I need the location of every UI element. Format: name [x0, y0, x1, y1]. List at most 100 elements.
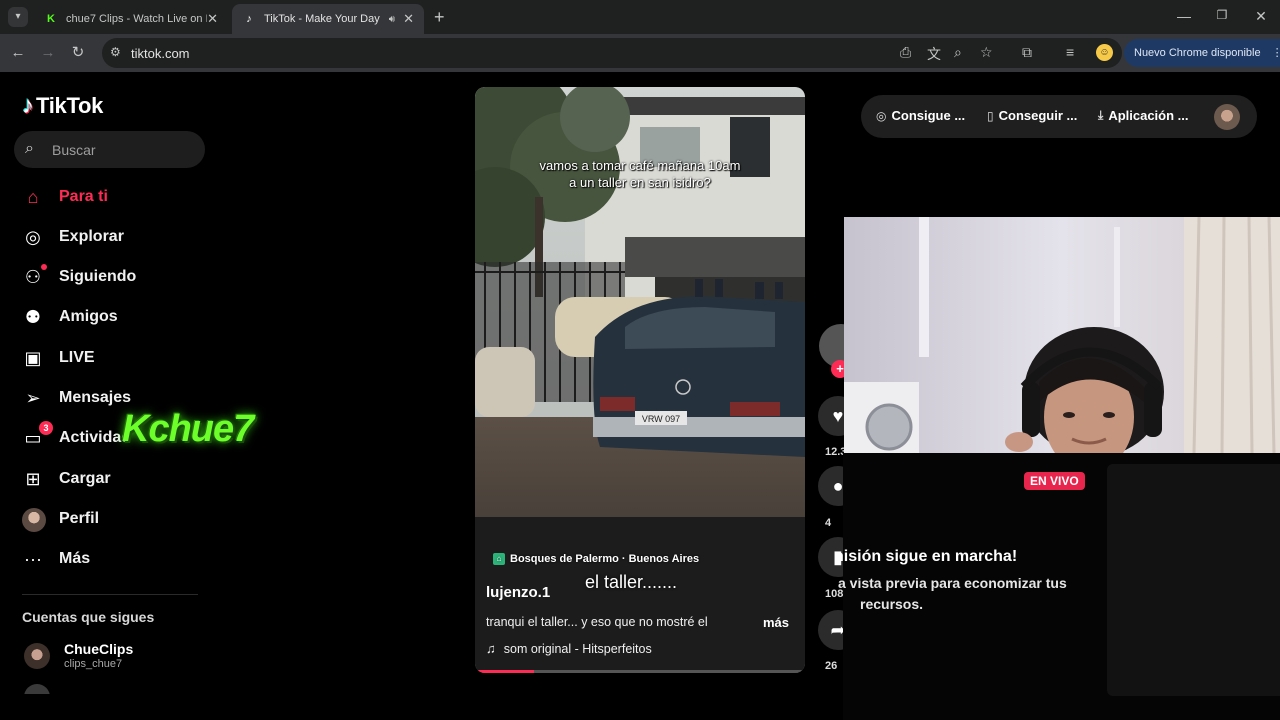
coin-icon: ◎	[876, 108, 887, 123]
followed-account-cut[interactable]	[24, 684, 144, 694]
nav-live[interactable]: ▣ LIVE	[22, 344, 222, 372]
friends-icon: ⚉	[24, 307, 42, 327]
reload-button[interactable]: ↻	[68, 43, 88, 63]
logo-text: TikTok	[36, 93, 104, 118]
stream-overlay-logo: Kchue7	[122, 408, 254, 450]
video-subtitle: el taller.......	[585, 572, 678, 592]
upload-icon: ⊞	[25, 469, 41, 489]
avatar	[24, 642, 50, 669]
like-count: 12.3	[825, 446, 844, 458]
install-app-icon[interactable]: ⎙	[900, 44, 911, 61]
tiktok-icon: ♪	[246, 13, 252, 25]
maximize-button[interactable]: ❐	[1212, 8, 1232, 22]
nav-mas[interactable]: ··· Más	[22, 545, 222, 573]
webcam-image	[844, 217, 1280, 453]
follow-plus-button[interactable]: +	[831, 360, 844, 378]
browser-toolbar: ← → ↻ ⚙ tiktok.com ⎙ 文 ⌕ ☆ ⧉ ≡ ☺ Nuevo C…	[0, 34, 1280, 72]
url-text[interactable]: tiktok.com	[131, 46, 190, 61]
nav-perfil[interactable]: Perfil	[22, 505, 222, 533]
account-handle: clips_chue7	[64, 658, 123, 670]
following-icon: ⚇	[22, 264, 47, 288]
site-info-icon[interactable]: ⚙	[110, 45, 121, 59]
new-tab-button[interactable]: +	[434, 8, 445, 26]
action-label: Conseguir ...	[998, 108, 1078, 123]
send-icon: ➢	[25, 388, 41, 408]
address-bar[interactable]: ⚙ tiktok.com ⎙ 文 ⌕ ☆	[102, 38, 1122, 68]
browser-tab-strip: ▾ K chue7 Clips - Watch Live on Kick ✕ ♪…	[0, 0, 1280, 34]
translate-icon[interactable]: 文	[927, 44, 941, 64]
search-icon: ⌕	[25, 140, 34, 157]
phone-icon: ▯	[987, 108, 994, 123]
followed-account[interactable]: ChueClips clips_chue7	[24, 641, 133, 670]
tab-tiktok[interactable]: ♪ TikTok - Make Your Day 🔊︎ ✕	[232, 4, 424, 34]
share-button[interactable]: ➦	[818, 610, 844, 650]
forward-button[interactable]: →	[38, 43, 58, 63]
compass-icon: ◎	[25, 227, 41, 247]
comment-count: 4	[825, 517, 832, 529]
get-coins-button[interactable]: ◎ Consigue ...	[876, 108, 965, 123]
nav-label: Amigos	[59, 308, 118, 325]
tab-kick[interactable]: K chue7 Clips - Watch Live on Kick ✕	[34, 4, 228, 34]
video-action-column: + ♥ 12.3 ● 4 ▮ 108 ➦ 26	[818, 320, 844, 680]
nav-amigos[interactable]: ⚉ Amigos	[22, 303, 222, 331]
live-panel-text: recursos.	[860, 596, 924, 612]
speaker-icon[interactable]: 🔊︎	[389, 14, 395, 25]
nav-label: Perfil	[59, 510, 100, 527]
tab-title: TikTok - Make Your Day	[264, 13, 380, 25]
back-button[interactable]: ←	[8, 43, 28, 63]
comment-button[interactable]: ●	[818, 466, 844, 506]
more-icon: ···	[24, 549, 42, 569]
video-player[interactable]: VRW 097 vamos a tomar café mañana 10am a…	[475, 87, 805, 673]
get-app-button[interactable]: ▯ Conseguir ...	[987, 108, 1077, 123]
nav-label: Mensajes	[59, 389, 132, 406]
live-tv-icon: ▣	[24, 348, 42, 368]
live-panel-text: a vista previa para economizar tus	[838, 575, 1067, 591]
share-count: 26	[825, 660, 838, 672]
nav-cargar[interactable]: ⊞ Cargar	[22, 465, 222, 493]
nav-label: Siguiendo	[59, 268, 137, 285]
location-pin-icon: ⌂	[493, 553, 505, 565]
activity-badge: 3	[39, 421, 53, 435]
more-button[interactable]: más	[763, 615, 789, 630]
avatar[interactable]	[1214, 104, 1240, 130]
media-controls-icon[interactable]: ≡	[1066, 44, 1074, 60]
profile-avatar[interactable]: ☺	[1096, 44, 1113, 61]
home-icon: ⌂	[27, 187, 39, 207]
activity-icon: ▭ 3	[22, 421, 53, 449]
sidebar-divider	[22, 594, 198, 595]
location-tag[interactable]: ⌂ Bosques de Palermo · Buenos Aires	[493, 553, 699, 565]
following-section-title: Cuentas que sigues	[22, 609, 155, 625]
close-icon[interactable]: ✕	[403, 11, 414, 27]
bookmark-star-icon[interactable]: ☆	[980, 44, 993, 61]
nav-siguiendo[interactable]: ⚇ Siguiendo	[22, 263, 222, 291]
nav-label: Más	[59, 550, 91, 567]
nav-explorar[interactable]: ◎ Explorar	[22, 223, 222, 251]
window-close-button[interactable]: ✕	[1251, 8, 1271, 25]
more-vert-icon[interactable]: ⋮	[1272, 47, 1280, 59]
location-text: Bosques de Palermo · Buenos Aires	[510, 553, 700, 565]
sound-link[interactable]: ♫ som original - Hitsperfeitos	[486, 641, 652, 656]
minimize-button[interactable]: —	[1174, 8, 1194, 24]
progress-fill	[475, 670, 535, 673]
tiktok-logo[interactable]: ♪ TikTok	[22, 92, 103, 120]
video-progress-bar[interactable]	[475, 670, 805, 673]
nav-label: LIVE	[59, 349, 95, 366]
close-icon[interactable]: ✕	[207, 11, 218, 27]
action-label: Aplicación ...	[1108, 108, 1189, 123]
live-badge: EN VIVO	[1024, 472, 1085, 490]
webcam-overlay	[844, 217, 1280, 453]
nav-label: Para ti	[59, 188, 108, 205]
zoom-icon[interactable]: ⌕	[954, 44, 962, 61]
nav-para-ti[interactable]: ⌂ Para ti	[22, 183, 222, 211]
like-button[interactable]: ♥	[818, 396, 844, 436]
update-chrome-button[interactable]: Nuevo Chrome disponible ⋮	[1124, 39, 1280, 67]
tab-search-button[interactable]: ▾	[8, 7, 28, 27]
nav-label: Cargar	[59, 470, 111, 487]
extensions-icon[interactable]: ⧉	[1022, 44, 1032, 61]
kick-icon: K	[44, 12, 58, 26]
download-app-button[interactable]: ⤓ Aplicación ...	[1098, 108, 1189, 123]
search-input[interactable]: ⌕ Buscar	[14, 131, 205, 168]
video-author[interactable]: lujenzo.1	[486, 584, 550, 601]
license-plate: VRW 097	[642, 414, 680, 424]
live-preview-box[interactable]	[1107, 464, 1280, 696]
